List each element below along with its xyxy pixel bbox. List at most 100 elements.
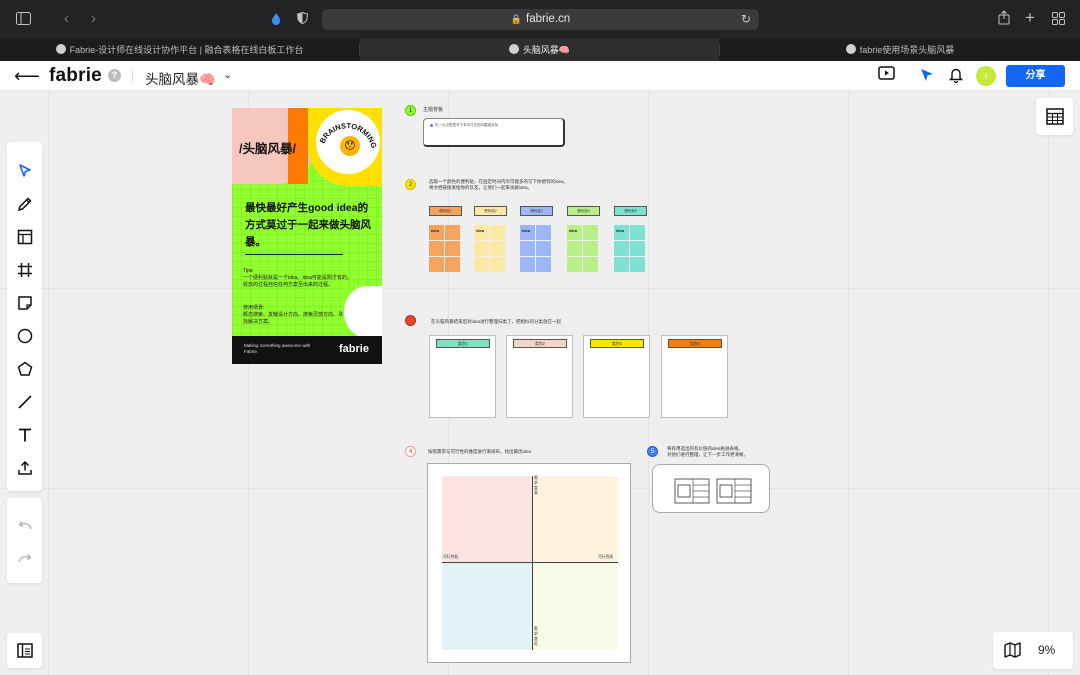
- sticky-note[interactable]: [630, 225, 645, 240]
- browser-tab-1[interactable]: Fabrie-设计师在线设计协作平台 | 融合表格在线白板工作台: [0, 39, 359, 61]
- category-column[interactable]: 类别2: [506, 335, 573, 418]
- table-example-card[interactable]: [652, 464, 770, 513]
- quadrant-top-left: [442, 476, 532, 562]
- step-5-text: 将有用选出的有价值的idea拖进表格。 对他们进行整理，让下一步工作更清晰。: [667, 446, 748, 457]
- tab-label: 头脑风暴🧠: [522, 45, 571, 55]
- vertical-axis: [532, 476, 533, 650]
- sticky-note[interactable]: [474, 257, 489, 272]
- fabrie-logo: fabrie: [49, 65, 102, 86]
- pen-tool-icon[interactable]: [14, 193, 35, 214]
- left-toolbar: [7, 142, 42, 491]
- help-icon[interactable]: ?: [108, 69, 121, 82]
- sticky-note-text: idea: [431, 228, 440, 233]
- share-button[interactable]: 分享: [1006, 65, 1065, 87]
- map-icon[interactable]: [1004, 642, 1021, 663]
- cursor-follow-icon[interactable]: [920, 68, 935, 88]
- poster-footer-text: Making something awesome with Fabrie.: [244, 343, 311, 354]
- brainstorm-poster[interactable]: 😯 BRAINSTORMING /头脑风暴/ 最快最好产生good idea的方…: [232, 108, 382, 364]
- step-1-badge: 1: [405, 105, 416, 116]
- sticky-note[interactable]: [536, 257, 551, 272]
- sticky-note[interactable]: [490, 241, 505, 256]
- quadrant-bottom-right: [532, 562, 618, 650]
- sticky-group-label: 便利贴1: [429, 206, 462, 216]
- extension-icon[interactable]: [270, 12, 282, 30]
- upload-tool-icon[interactable]: [14, 457, 35, 478]
- table-tool-icon[interactable]: [14, 226, 35, 247]
- sticky-note[interactable]: [536, 241, 551, 256]
- back-arrow-icon[interactable]: ⟵: [14, 66, 40, 87]
- sticky-note[interactable]: [520, 257, 535, 272]
- back-nav-icon[interactable]: ‹: [64, 11, 69, 27]
- privacy-shield-icon[interactable]: [296, 11, 309, 28]
- sticky-note[interactable]: [614, 241, 629, 256]
- layers-panel-button[interactable]: [7, 633, 42, 668]
- sticky-note[interactable]: idea: [429, 225, 444, 240]
- category-column[interactable]: 类别4: [661, 335, 728, 418]
- document-title[interactable]: 头脑风暴🧠: [145, 68, 216, 88]
- sticky-note[interactable]: [630, 241, 645, 256]
- sticky-note[interactable]: [445, 225, 460, 240]
- reload-icon[interactable]: ↻: [741, 9, 751, 30]
- sticky-note[interactable]: [445, 241, 460, 256]
- share-page-icon[interactable]: [998, 10, 1010, 29]
- undo-icon[interactable]: [14, 514, 35, 535]
- axis-bottom-label: 需求度低: [534, 627, 538, 646]
- polygon-tool-icon[interactable]: [14, 358, 35, 379]
- user-avatar[interactable]: I: [976, 66, 996, 86]
- frame-tool-icon[interactable]: [14, 259, 35, 280]
- category-column[interactable]: 类别3: [583, 335, 650, 418]
- table-panel-button[interactable]: [1036, 98, 1073, 135]
- browser-tab-2[interactable]: 头脑风暴🧠: [360, 39, 719, 61]
- priority-matrix[interactable]: 需求度高 需求度低 可行性低 可行性高: [427, 463, 631, 663]
- sticky-note[interactable]: [567, 257, 582, 272]
- sticky-note[interactable]: [536, 225, 551, 240]
- browser-tab-3[interactable]: fabrie使用场景头脑风暴: [720, 39, 1080, 61]
- app-header: ⟵ fabrie ? 头脑风暴🧠 ⌄ I 分享: [0, 61, 1080, 91]
- sidebar-toggle-icon[interactable]: [16, 12, 31, 29]
- poster-headline: 最快最好产生good idea的方式莫过于一起来做头脑风暴。: [245, 202, 371, 248]
- sticky-note[interactable]: [583, 241, 598, 256]
- chevron-down-icon[interactable]: ⌄: [223, 68, 232, 81]
- zoom-level[interactable]: 9%: [1038, 643, 1055, 657]
- sticky-note[interactable]: [490, 225, 505, 240]
- topic-input-box[interactable]: 在一大空框里写下本次讨论的问题或目标: [423, 118, 565, 147]
- poster-underline: [245, 254, 343, 255]
- sticky-note[interactable]: [474, 241, 489, 256]
- url-text: fabrie.cn: [526, 13, 571, 25]
- sticky-note[interactable]: [520, 241, 535, 256]
- select-tool-icon[interactable]: [14, 160, 35, 181]
- redo-icon[interactable]: [14, 547, 35, 568]
- poster-white-blob: [344, 286, 382, 338]
- sticky-note[interactable]: [429, 241, 444, 256]
- notification-bell-icon[interactable]: [948, 67, 964, 88]
- line-tool-icon[interactable]: [14, 391, 35, 412]
- sticky-group-label: 便利贴3: [520, 206, 553, 216]
- sticky-note[interactable]: [630, 257, 645, 272]
- topic-input-text: 在一大空框里写下本次讨论的问题或目标: [435, 123, 498, 127]
- address-bar[interactable]: 🔒 fabrie.cn ↻: [322, 9, 759, 30]
- category-column[interactable]: 类别1: [429, 335, 496, 418]
- sticky-note[interactable]: [583, 225, 598, 240]
- text-tool-icon[interactable]: [14, 424, 35, 445]
- sticky-note[interactable]: [567, 241, 582, 256]
- sticky-note[interactable]: idea: [614, 225, 629, 240]
- new-tab-icon[interactable]: +: [1025, 9, 1035, 26]
- circle-tool-icon[interactable]: [14, 325, 35, 346]
- sticky-note[interactable]: [583, 257, 598, 272]
- tab-overview-icon[interactable]: [1052, 12, 1065, 29]
- forward-nav-icon[interactable]: ›: [91, 11, 96, 27]
- zoom-control[interactable]: 9%: [993, 632, 1073, 669]
- quadrant-bottom-left: [442, 562, 532, 650]
- sticky-note[interactable]: idea: [567, 225, 582, 240]
- category-label: 类别3: [590, 339, 644, 348]
- present-icon[interactable]: [878, 66, 895, 85]
- sticky-note[interactable]: [445, 257, 460, 272]
- fabrie-favicon-icon: [845, 44, 856, 54]
- fabrie-favicon-icon: [508, 44, 519, 54]
- sticky-note[interactable]: [614, 257, 629, 272]
- sticky-note[interactable]: idea: [474, 225, 489, 240]
- sticky-note[interactable]: [429, 257, 444, 272]
- sticky-note[interactable]: idea: [520, 225, 535, 240]
- sticky-note[interactable]: [490, 257, 505, 272]
- sticky-note-tool-icon[interactable]: [14, 292, 35, 313]
